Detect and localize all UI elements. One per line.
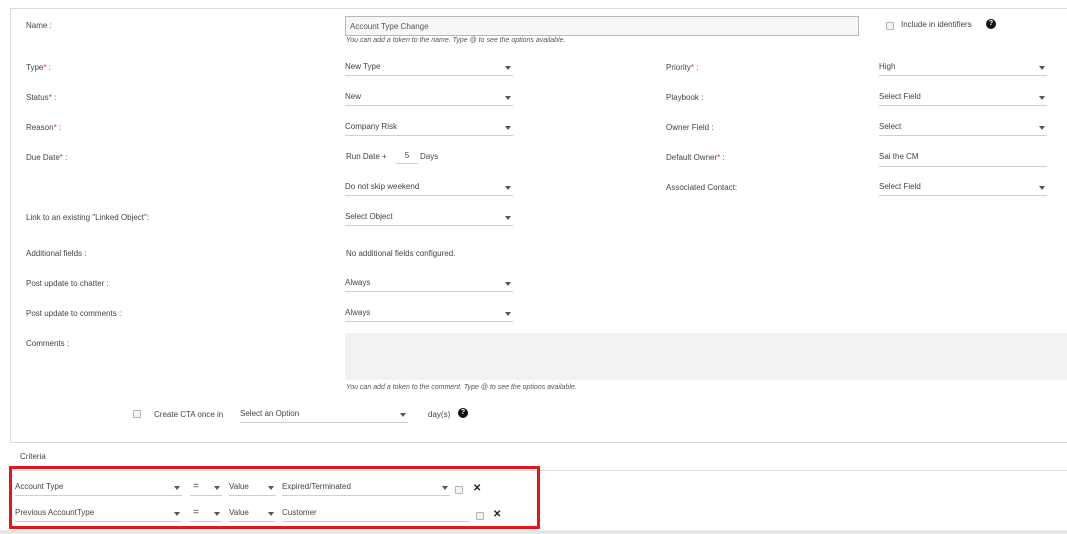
chevron-down-icon xyxy=(505,312,511,316)
status-select[interactable]: New xyxy=(345,90,513,106)
highlight-box xyxy=(9,466,540,529)
post-chatter-select-value: Always xyxy=(345,278,371,287)
chevron-down-icon xyxy=(505,66,511,70)
required-mark: * xyxy=(48,93,52,102)
type-select-value: New Type xyxy=(345,62,381,71)
priority-label: Priority* : xyxy=(666,63,699,72)
create-cta-label: Create CTA once in xyxy=(154,410,224,419)
comments-label: Comments : xyxy=(26,339,70,348)
default-owner-input[interactable]: Sai the CM xyxy=(879,150,1047,167)
days-suffix-label: day(s) xyxy=(428,410,451,419)
required-mark: * xyxy=(690,63,695,72)
status-label-text: Status xyxy=(26,93,49,102)
playbook-select-value: Select Field xyxy=(879,92,921,101)
name-label: Name : xyxy=(26,21,52,30)
chevron-down-icon xyxy=(1039,66,1045,70)
owner-field-label: Owner Field : xyxy=(666,123,714,132)
include-identifiers-checkbox[interactable] xyxy=(886,22,894,30)
default-owner-label-text: Default Owner xyxy=(666,153,718,162)
create-cta-select-value: Select an Option xyxy=(240,409,300,418)
run-date-days-value: 5 xyxy=(404,151,410,160)
name-input[interactable] xyxy=(345,16,859,36)
chevron-down-icon xyxy=(505,96,511,100)
chevron-down-icon xyxy=(505,126,511,130)
include-identifiers-label: Include in identifiers xyxy=(901,20,972,29)
linked-object-label: Link to an existing "Linked Object": xyxy=(26,213,150,222)
status-label: Status* : xyxy=(26,93,57,102)
default-owner-label: Default Owner* : xyxy=(666,153,725,162)
priority-select-value: High xyxy=(879,62,896,71)
playbook-label: Playbook : xyxy=(666,93,704,102)
type-select[interactable]: New Type xyxy=(345,60,513,76)
chevron-down-icon xyxy=(505,186,511,190)
comments-textarea[interactable] xyxy=(345,333,1067,380)
reason-select-value: Company Risk xyxy=(345,122,398,131)
associated-contact-select-value: Select Field xyxy=(879,182,921,191)
chevron-down-icon xyxy=(1039,96,1045,100)
run-date-days-input[interactable]: 5 xyxy=(396,148,418,164)
chevron-down-icon xyxy=(505,216,511,220)
owner-field-select[interactable]: Select xyxy=(879,120,1047,136)
required-mark: * xyxy=(59,153,63,162)
post-comments-select[interactable]: Always xyxy=(345,306,513,322)
type-label: Type* : xyxy=(26,63,51,72)
chevron-down-icon xyxy=(1039,126,1045,130)
reason-select[interactable]: Company Risk xyxy=(345,120,513,136)
required-mark: * xyxy=(43,63,47,72)
help-icon[interactable]: ? xyxy=(986,19,996,29)
chevron-down-icon xyxy=(1039,186,1045,190)
required-mark: * xyxy=(717,153,721,162)
associated-contact-label: Associated Contact: xyxy=(666,183,738,192)
owner-field-select-value: Select xyxy=(879,122,902,131)
name-hint: You can add a token to the name. Type @ … xyxy=(346,37,566,44)
create-cta-checkbox[interactable] xyxy=(133,410,141,418)
priority-label-text: Priority xyxy=(666,63,691,72)
left-border xyxy=(10,8,11,442)
type-label-text: Type xyxy=(26,63,44,72)
create-cta-select[interactable]: Select an Option xyxy=(240,407,408,423)
post-comments-select-value: Always xyxy=(345,308,371,317)
post-chatter-select[interactable]: Always xyxy=(345,276,513,292)
required-mark: * xyxy=(53,123,57,132)
run-date-label: Run Date + xyxy=(346,152,387,161)
additional-fields-label: Additional fields : xyxy=(26,249,87,258)
reason-label: Reason* : xyxy=(26,123,62,132)
due-date-label: Due Date* : xyxy=(26,153,68,162)
additional-fields-value: No additional fields configured. xyxy=(346,249,456,258)
status-select-value: New xyxy=(345,92,362,101)
chevron-down-icon xyxy=(505,282,511,286)
comments-hint: You can add a token to the comment. Type… xyxy=(346,384,577,391)
skip-weekend-select[interactable]: Do not skip weekend xyxy=(345,180,513,196)
post-comments-label: Post update to comments : xyxy=(26,309,122,318)
associated-contact-select[interactable]: Select Field xyxy=(879,180,1047,196)
post-chatter-label: Post update to chatter : xyxy=(26,279,109,288)
priority-select[interactable]: High xyxy=(879,60,1047,76)
playbook-select[interactable]: Select Field xyxy=(879,90,1047,106)
help-icon[interactable]: ? xyxy=(458,408,468,418)
chevron-down-icon xyxy=(400,413,406,417)
skip-weekend-select-value: Do not skip weekend xyxy=(345,182,420,191)
top-border xyxy=(10,0,1067,9)
criteria-title: Criteria xyxy=(20,452,46,461)
default-owner-value: Sai the CM xyxy=(879,152,919,161)
due-date-label-text: Due Date xyxy=(26,153,60,162)
linked-object-select[interactable]: Select Object xyxy=(345,210,513,226)
days-label: Days xyxy=(420,152,439,161)
linked-object-select-value: Select Object xyxy=(345,212,393,221)
bottom-bar xyxy=(0,530,1067,534)
reason-label-text: Reason xyxy=(26,123,54,132)
